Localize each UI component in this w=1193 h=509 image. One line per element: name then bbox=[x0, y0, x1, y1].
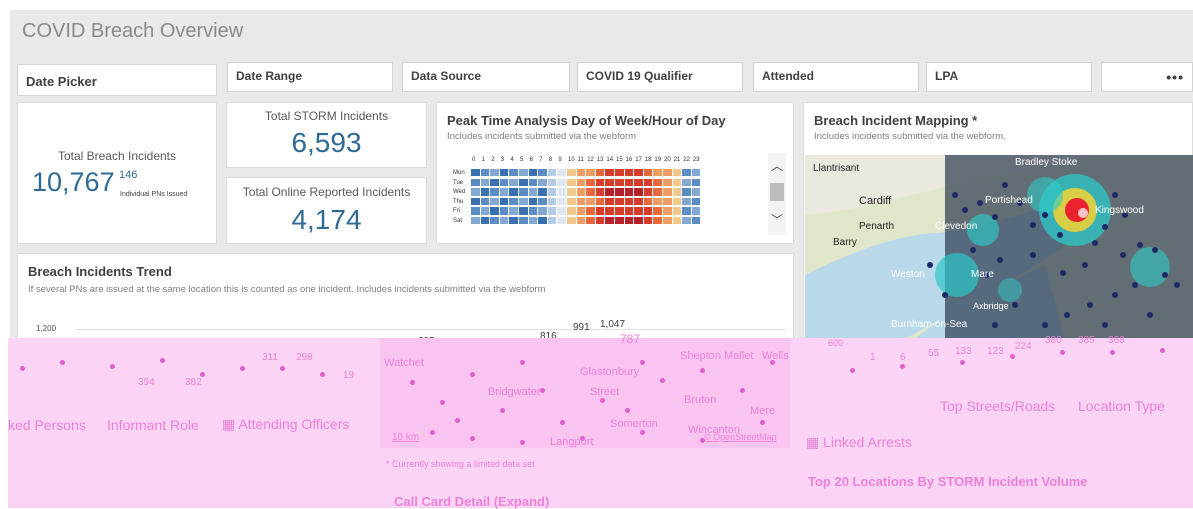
ghost-dot bbox=[430, 430, 435, 435]
ghost-dot bbox=[640, 430, 645, 435]
tab-location-type[interactable]: Location Type bbox=[1078, 398, 1165, 414]
ghost-dot bbox=[1010, 354, 1015, 359]
call-card-expand[interactable]: Call Card Detail (Expand) bbox=[394, 494, 549, 509]
tab-informant-role[interactable]: Informant Role bbox=[107, 417, 199, 433]
ghost-dot bbox=[1110, 350, 1115, 355]
ghost-right-value: 55 bbox=[928, 348, 940, 359]
ghost-dot bbox=[500, 408, 505, 413]
ghost-dot bbox=[1160, 348, 1165, 353]
ghost-right-value: 380 bbox=[1045, 335, 1062, 346]
map-scale: 10 km bbox=[392, 432, 420, 443]
ghost-label-382: 382 bbox=[185, 377, 202, 388]
tab-linked-arrests-label: Linked Arrests bbox=[823, 434, 912, 450]
tab-linked-arrests[interactable]: ▦ Linked Arrests bbox=[806, 434, 912, 451]
ghost-map-label: Langport bbox=[550, 436, 594, 448]
ghost-dot bbox=[900, 364, 905, 369]
top20-title: Top 20 Locations By STORM Incident Volum… bbox=[808, 474, 1088, 489]
ghost-right-value: 368 bbox=[1108, 335, 1125, 346]
ghost-label-19: 19 bbox=[343, 370, 355, 381]
ghost-dot bbox=[850, 368, 855, 373]
ghost-dot bbox=[660, 378, 665, 383]
ghost-map-label: Watchet bbox=[384, 357, 424, 369]
table-icon: ▦ bbox=[806, 434, 820, 450]
ghost-dot bbox=[1060, 350, 1065, 355]
ghost-label-311: 311 bbox=[262, 352, 278, 363]
ghost-dot bbox=[110, 364, 115, 369]
ghost-dot bbox=[640, 360, 645, 365]
ghost-dot bbox=[240, 366, 245, 371]
ghost-map-label: Bruton bbox=[684, 394, 717, 406]
ghost-dot bbox=[20, 366, 25, 371]
ghost-map-label: Shepton Mallet bbox=[680, 350, 754, 362]
ghost-dot bbox=[470, 372, 475, 377]
ghost-dot bbox=[625, 408, 630, 413]
ghost-map-label: Glastonbury bbox=[580, 366, 640, 378]
ghost-map-label: Wells bbox=[762, 350, 789, 362]
ghost-map-label: Bridgwater bbox=[488, 386, 541, 398]
ghost-right-value: 600 bbox=[828, 338, 844, 348]
tab-linked-persons[interactable]: ked Persons bbox=[8, 417, 86, 433]
ghost-label-298: 298 bbox=[296, 352, 313, 363]
ghost-dot bbox=[280, 366, 285, 371]
ghost-dot bbox=[700, 368, 705, 373]
ghost-dot bbox=[600, 398, 605, 403]
ghost-dot bbox=[520, 360, 525, 365]
osm-attribution-link[interactable]: © OpenStreetMap bbox=[704, 432, 777, 442]
ghost-dot bbox=[440, 400, 445, 405]
ghost-dot bbox=[960, 360, 965, 365]
ghost-label-787: 787 bbox=[620, 332, 641, 346]
ghost-dot bbox=[560, 420, 565, 425]
ghost-map-label: Somerton bbox=[610, 418, 658, 430]
tab-top-streets[interactable]: Top Streets/Roads bbox=[940, 398, 1055, 414]
ghost-dot bbox=[760, 420, 765, 425]
ghost-dot bbox=[740, 388, 745, 393]
ghost-right-value: 385 bbox=[1078, 335, 1095, 346]
ghost-label-394: 394 bbox=[138, 377, 155, 388]
ghost-right-value: 1 bbox=[870, 352, 876, 363]
tab-attending-officers[interactable]: ▦ Attending Officers bbox=[222, 416, 349, 433]
tab-attending-officers-label: Attending Officers bbox=[238, 416, 350, 432]
ghost-dot bbox=[320, 372, 325, 377]
ghost-dot bbox=[470, 436, 475, 441]
ghost-dot bbox=[60, 360, 65, 365]
ghost-dot bbox=[160, 358, 165, 363]
table-icon: ▦ bbox=[222, 416, 236, 432]
ghost-right-value: 133 bbox=[955, 346, 972, 357]
ghost-map-label: Mere bbox=[750, 405, 776, 417]
ghost-right-value: 123 bbox=[987, 346, 1004, 357]
ghost-dot bbox=[455, 418, 460, 423]
ghost-dot bbox=[410, 380, 415, 385]
ghost-dot bbox=[520, 440, 525, 445]
ghost-right-value: 224 bbox=[1015, 341, 1032, 352]
ghost-right-value: 6 bbox=[900, 352, 906, 363]
limited-data-note: * Currently showing a limited data set bbox=[386, 459, 535, 469]
ghost-map-label: Street bbox=[590, 386, 620, 398]
